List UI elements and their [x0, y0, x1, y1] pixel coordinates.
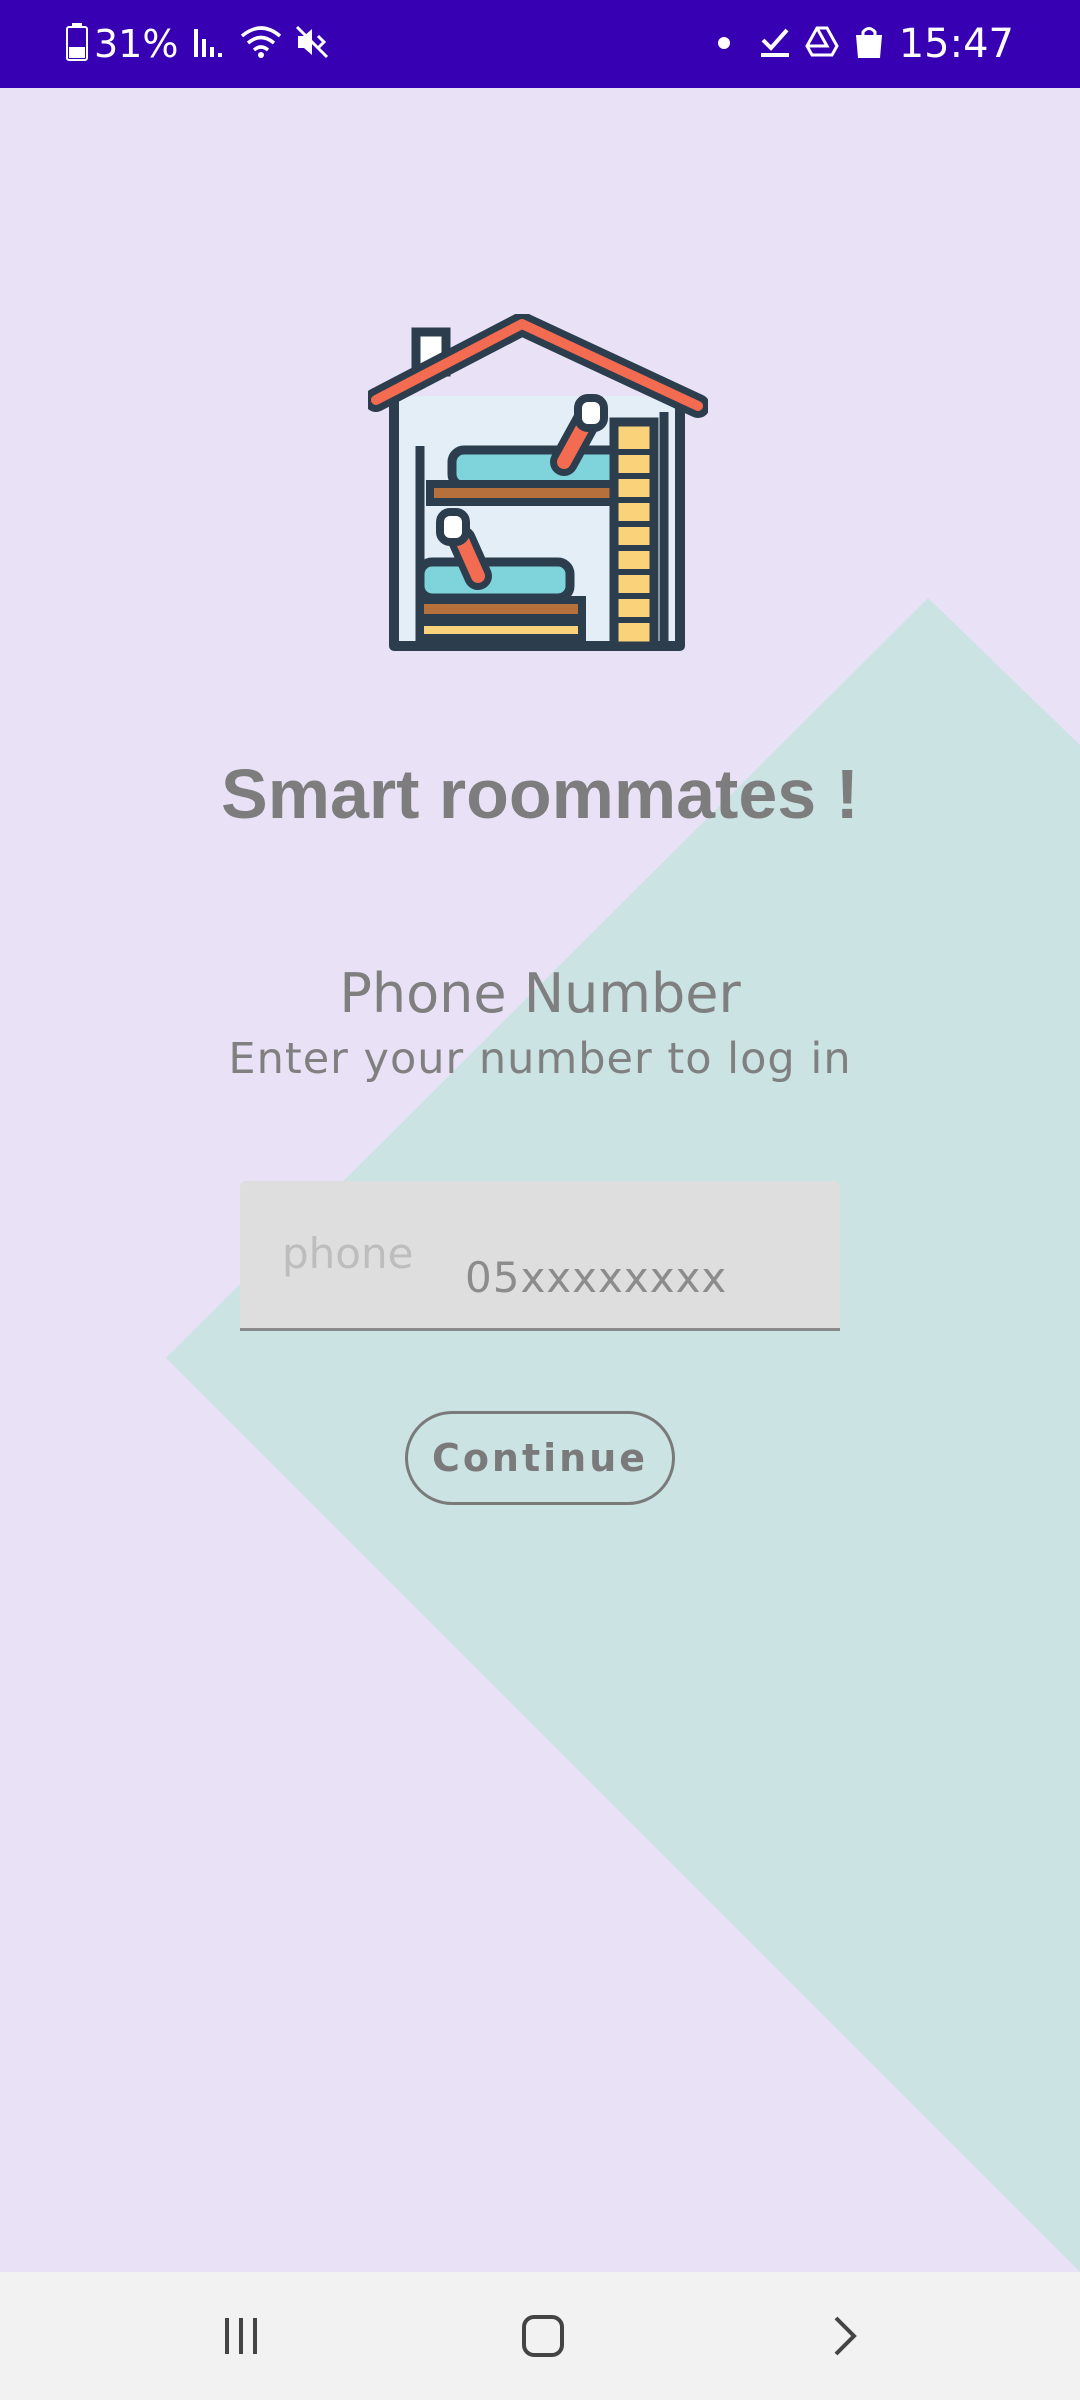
dot-icon [717, 35, 731, 54]
continue-button[interactable]: Continue [405, 1411, 675, 1505]
home-icon [522, 2315, 564, 2357]
clock: 15:47 [898, 21, 1014, 67]
status-bar-left: 31% [66, 0, 330, 88]
battery-icon [66, 23, 88, 65]
phone-placeholder[interactable]: 05xxxxxxxx [465, 1253, 727, 1302]
back-icon [834, 2316, 857, 2356]
recents-icon [225, 2318, 257, 2354]
battery-percent: 31% [94, 22, 179, 66]
navigation-bar [0, 2272, 1080, 2400]
mute-icon [294, 24, 330, 64]
app-title: Smart roommates ! [221, 755, 859, 833]
login-screen: 31% 15:47 Smart roommates ! Phone Number… [0, 0, 1080, 2400]
signal-icon [192, 25, 226, 63]
drive-icon [805, 26, 839, 62]
bunk-bed-house-icon [368, 314, 708, 651]
wifi-icon [240, 24, 282, 64]
back-button[interactable] [765, 2272, 925, 2400]
task-check-icon [759, 26, 791, 62]
status-bar: 31% 15:47 [0, 0, 1080, 88]
phone-field-label: phone [282, 1229, 414, 1278]
recents-button[interactable] [161, 2272, 321, 2400]
shopping-bag-icon [853, 25, 885, 63]
phone-input-field[interactable]: phone 05xxxxxxxx [240, 1181, 840, 1331]
phone-number-heading: Phone Number [339, 962, 741, 1025]
login-instructions: Enter your number to log in [228, 1034, 852, 1084]
home-button[interactable] [463, 2272, 623, 2400]
status-bar-right: 15:47 [717, 0, 1014, 88]
